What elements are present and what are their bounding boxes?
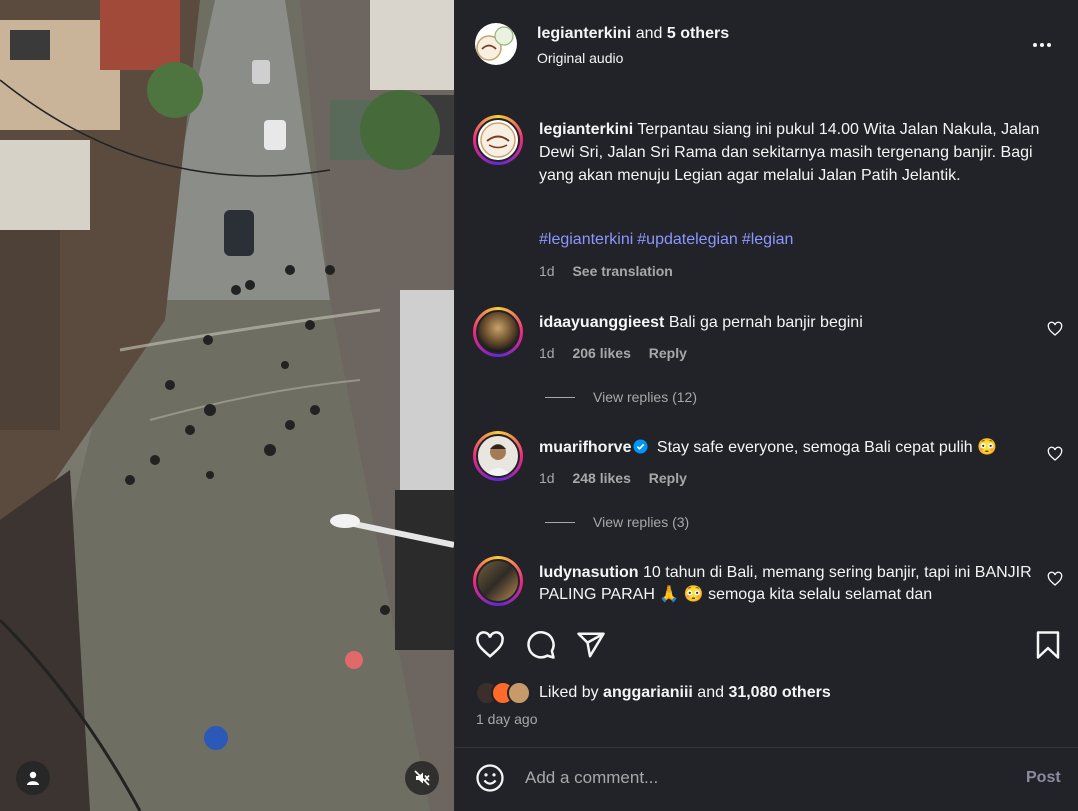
divider <box>545 521 575 523</box>
comment-likes[interactable]: 206 likes <box>572 345 630 361</box>
post-comment-button[interactable]: Post <box>1026 769 1061 787</box>
emoji-icon[interactable] <box>475 763 505 793</box>
liked-by-text: Liked by anggarianiii and 31,080 others <box>539 684 831 702</box>
reply-button[interactable]: Reply <box>649 345 687 361</box>
post-timestamp[interactable]: 1 day ago <box>476 711 538 727</box>
legianterkini-logo-icon <box>480 122 516 158</box>
divider <box>545 396 575 398</box>
heart-icon[interactable] <box>475 630 505 660</box>
hashtag-link[interactable]: #updatelegian <box>637 231 738 248</box>
comment-meta: 1d 206 likes Reply <box>539 345 701 361</box>
heart-icon[interactable] <box>1047 321 1063 337</box>
comment-username[interactable]: muarifhorve <box>539 439 631 456</box>
liker-username[interactable]: anggarianiii <box>603 684 693 701</box>
view-replies-label: View replies (12) <box>593 389 698 405</box>
profile-photo <box>484 444 512 476</box>
see-translation-button[interactable]: See translation <box>572 263 672 279</box>
likes-count-link[interactable]: 31,080 others <box>728 684 830 701</box>
liker-avatar <box>507 681 531 705</box>
comment-item: ludynasution 10 tahun di Bali, memang se… <box>539 562 1039 606</box>
post-caption: legianterkini Terpantau siang ini pukul … <box>539 118 1059 187</box>
flooded-street-photo <box>0 0 454 811</box>
liked-by-row[interactable]: Liked by anggarianiii and 31,080 others <box>475 680 831 706</box>
author-avatar[interactable] <box>474 22 518 66</box>
liked-by-prefix: Liked by <box>539 684 604 701</box>
caption-meta: 1d See translation <box>539 263 673 279</box>
post-side-panel: legianterkini and 5 others Original audi… <box>454 0 1078 811</box>
tagged-users-button[interactable] <box>16 761 50 795</box>
comment-age: 1d <box>539 345 555 361</box>
more-options-button[interactable] <box>1033 36 1057 54</box>
comment-text: Stay safe everyone, semoga Bali cepat pu… <box>656 439 998 456</box>
comment-username[interactable]: ludynasution <box>539 564 639 581</box>
caption-avatar[interactable] <box>473 115 523 165</box>
caption-username[interactable]: legianterkini <box>539 121 633 138</box>
hashtag-link[interactable]: #legianterkini <box>539 231 633 248</box>
bookmark-icon[interactable] <box>1033 630 1063 660</box>
share-icon[interactable] <box>576 630 606 660</box>
comments-scroll-area[interactable]: legianterkini Terpantau siang ini pukul … <box>455 100 1078 610</box>
post-header: legianterkini and 5 others Original audi… <box>455 0 1078 88</box>
post-media[interactable] <box>0 0 454 811</box>
comment-item: muarifhorve Stay safe everyone, semoga B… <box>539 437 1039 459</box>
liked-by-and: and <box>692 684 729 701</box>
comment-text: Bali ga pernah banjir begini <box>668 314 863 331</box>
comment-likes[interactable]: 248 likes <box>572 470 630 486</box>
author-username[interactable]: legianterkini <box>537 25 631 42</box>
comment-item: idaayuanggieest Bali ga pernah banjir be… <box>539 312 1039 334</box>
comment-username[interactable]: idaayuanggieest <box>539 314 664 331</box>
verified-badge-icon <box>633 439 648 454</box>
post-header-title: legianterkini and 5 others <box>537 25 729 43</box>
view-replies-button[interactable]: View replies (12) <box>545 389 697 405</box>
comment-age: 1d <box>539 470 555 486</box>
more-horizontal-icon <box>1033 43 1037 47</box>
comment-avatar[interactable] <box>473 431 523 481</box>
audio-label[interactable]: Original audio <box>537 50 623 66</box>
and-text: and <box>631 25 667 42</box>
post-actions <box>455 624 1078 668</box>
comment-icon[interactable] <box>526 630 556 660</box>
caption-hashtags: #legianterkini #updatelegian #legian <box>539 231 797 249</box>
heart-icon[interactable] <box>1047 446 1063 462</box>
user-tag-icon <box>27 771 39 785</box>
comment-meta: 1d 248 likes Reply <box>539 470 701 486</box>
heart-icon[interactable] <box>1047 571 1063 587</box>
mute-button[interactable] <box>405 761 439 795</box>
comment-avatar[interactable] <box>473 307 523 357</box>
comment-composer: Post <box>455 747 1078 811</box>
speaker-muted-icon <box>414 770 430 786</box>
collaborators-link[interactable]: 5 others <box>667 25 729 42</box>
view-replies-button[interactable]: View replies (3) <box>545 514 689 530</box>
comment-avatar[interactable] <box>473 556 523 606</box>
view-replies-label: View replies (3) <box>593 514 690 530</box>
comment-input[interactable] <box>525 766 985 790</box>
legianterkini-logo-icon <box>475 23 517 65</box>
caption-age: 1d <box>539 263 555 279</box>
reply-button[interactable]: Reply <box>649 470 687 486</box>
hashtag-link[interactable]: #legian <box>742 231 794 248</box>
